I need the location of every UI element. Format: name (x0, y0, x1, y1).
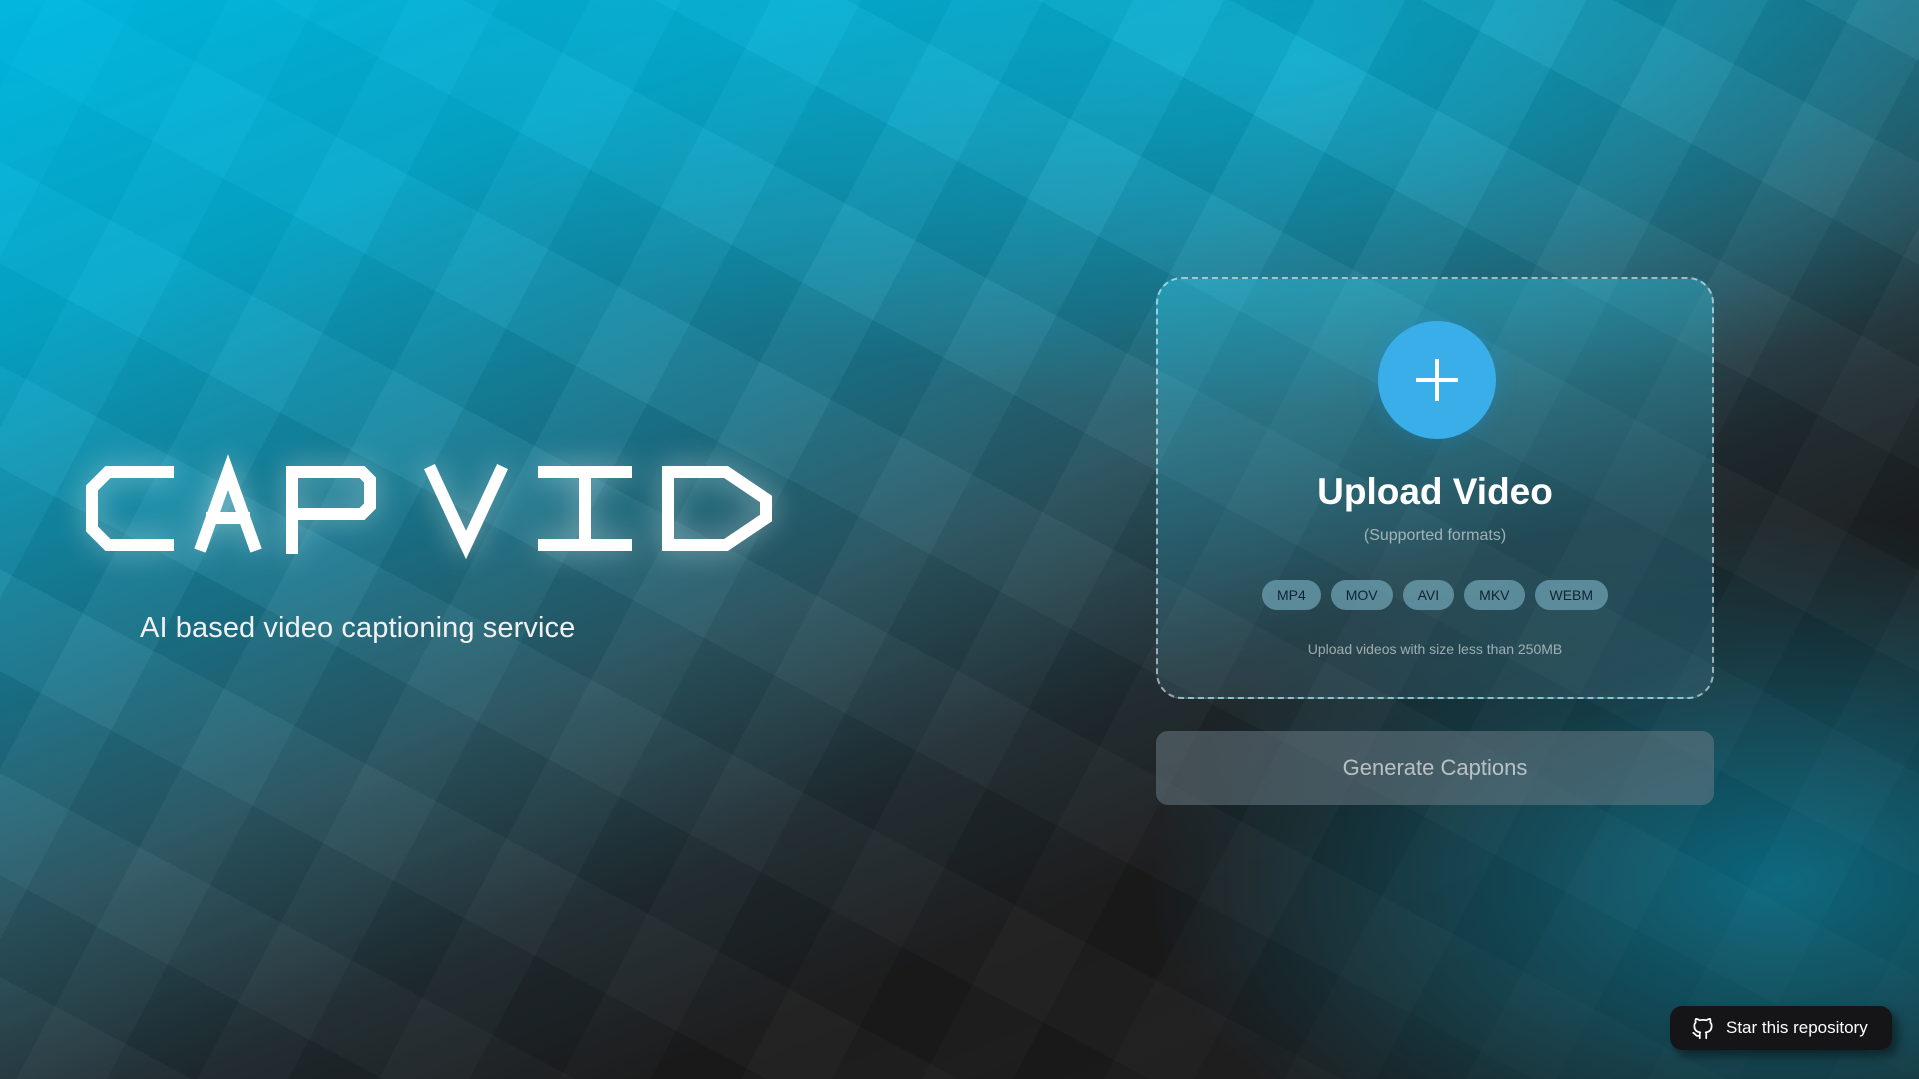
format-badge-mkv: MKV (1464, 580, 1525, 610)
format-badge-webm: WEBM (1534, 580, 1609, 610)
format-badge-mp4: MP4 (1261, 580, 1321, 610)
upload-plus-button[interactable] (1378, 321, 1496, 439)
supported-formats-label: (Supported formats) (1363, 527, 1507, 544)
format-badges: MP4 MOV AVI MKV WEBM (1158, 580, 1712, 610)
upload-title: Upload Video (1317, 471, 1553, 512)
plus-icon (1416, 359, 1458, 401)
logo-wordmark-icon (86, 454, 772, 560)
tagline: AI based video captioning service (140, 612, 576, 644)
upload-dropzone[interactable]: Upload Video (Supported formats) MP4 MOV… (1156, 277, 1714, 699)
generate-captions-button[interactable]: Generate Captions (1156, 731, 1714, 805)
format-badge-mov: MOV (1330, 580, 1393, 610)
app-background: CAPVID AI based video captioning se (0, 0, 1919, 1079)
format-badge-avi: AVI (1402, 580, 1455, 610)
star-repository-label: Star this repository (1726, 1018, 1868, 1037)
github-icon (1692, 1018, 1713, 1040)
size-limit-note: Upload videos with size less than 250MB (1307, 641, 1563, 657)
star-repository-button[interactable]: Star this repository (1670, 1006, 1892, 1050)
capvid-logo: CAPVID (86, 454, 776, 560)
